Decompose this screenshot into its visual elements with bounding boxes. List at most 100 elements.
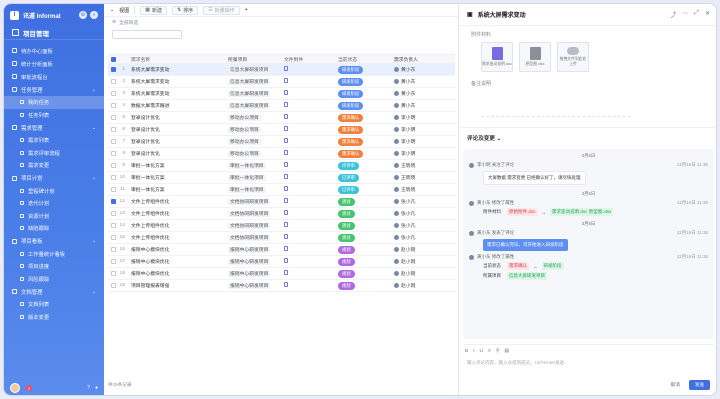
search-input[interactable] [112, 30, 182, 39]
table-row[interactable]: 3 系统大屏需求变动 信息大屏研发项目 研发阶段 黄小东 [108, 88, 455, 100]
table-row[interactable]: 1 系统大屏需求变动 信息大屏研发项目 研发阶段 黄小东 [108, 64, 455, 76]
sidebar-item[interactable]: 工作量统计看板 [4, 248, 104, 261]
row-checkbox[interactable] [110, 259, 116, 264]
attachment-item[interactable]: 需求变动说明.doc [481, 42, 513, 72]
sidebar-item[interactable]: 里程碑计划 [4, 185, 104, 198]
sidebar-item[interactable]: 需求管理 ⌄ [4, 121, 104, 134]
table-row[interactable]: 8 登录设计优化 移动办公项目 需求确认 李小明 [108, 148, 455, 160]
attachment-item[interactable]: 原型图.xlsx [519, 42, 551, 72]
image-icon[interactable]: ▤ [504, 349, 509, 354]
italic-icon[interactable]: I [473, 349, 474, 354]
file-icon[interactable] [284, 210, 288, 215]
sidebar-item[interactable]: 需求评审流程 [4, 147, 104, 160]
table-row[interactable]: 13 文件上传组件优化 文档协同研发项目 测试 张小凡 [108, 208, 455, 220]
table-row[interactable]: 18 报销中心模块优化 报销中心研发项目 规划 赵小刚 [108, 268, 455, 280]
row-checkbox[interactable] [110, 139, 116, 144]
row-checkbox[interactable] [110, 223, 116, 228]
file-icon[interactable] [284, 246, 288, 251]
user-icon[interactable]: ● [95, 385, 98, 391]
row-checkbox[interactable] [110, 175, 116, 180]
bold-icon[interactable]: B [465, 349, 468, 354]
file-icon[interactable] [284, 150, 288, 155]
filter-row[interactable]: ⊕ 全部筛选 [104, 17, 458, 28]
sort-button[interactable]: ⇅ 排序 [171, 5, 199, 15]
table-row[interactable]: 9 审批一体化方案 审批一体化项目 待评审 王晓晓 [108, 160, 455, 172]
share-icon[interactable]: ⤴ [670, 10, 676, 19]
file-icon[interactable] [284, 162, 288, 167]
table-row[interactable]: 11 审批一体化方案 审批一体化项目 已评审 王晓晓 [108, 184, 455, 196]
add-icon[interactable]: + [245, 7, 248, 13]
sidebar-item[interactable]: 文档管理 ⌄ [4, 285, 104, 298]
link-icon[interactable]: ⚲ [496, 349, 500, 354]
new-button[interactable]: ▦ 新建 [140, 5, 167, 15]
table-row[interactable]: 17 报销中心模块优化 报销中心研发项目 规划 赵小刚 [108, 256, 455, 268]
file-icon[interactable] [284, 222, 288, 227]
file-icon[interactable] [284, 186, 288, 191]
table-row[interactable]: 2 系统大屏需求变动 信息大屏研发项目 研发阶段 黄小东 [108, 76, 455, 88]
table-row[interactable]: 10 审批一体化方案 审批一体化项目 已评审 王晓晓 [108, 172, 455, 184]
row-checkbox[interactable] [110, 67, 116, 72]
list-icon[interactable]: ≡ [488, 349, 491, 354]
more-icon[interactable]: ⋯ [682, 10, 688, 19]
row-checkbox[interactable] [110, 151, 116, 156]
sidebar-item[interactable]: 需求列表 [4, 134, 104, 147]
batch-button[interactable]: ☰ 批量操作 [203, 5, 240, 15]
expand-icon[interactable]: ⤢ [694, 10, 699, 19]
sidebar-item[interactable]: 项目进度 [4, 260, 104, 273]
row-checkbox[interactable] [110, 235, 116, 240]
column-header[interactable]: 文件附件 [284, 56, 338, 63]
file-icon[interactable] [284, 90, 288, 95]
sidebar-item[interactable]: 缺陷跟踪 [4, 222, 104, 235]
select-all-checkbox[interactable] [110, 56, 116, 62]
sidebar-item[interactable]: 审批流程台 [4, 70, 104, 83]
sidebar-item[interactable]: 我的任务 [4, 96, 104, 109]
help-icon[interactable]: ? [87, 385, 90, 391]
sidebar-item[interactable]: 统计分析面板 [4, 57, 104, 70]
row-checkbox[interactable] [110, 91, 116, 96]
column-header[interactable]: 需求名称 [128, 56, 228, 63]
user-avatar[interactable] [10, 383, 20, 393]
file-icon[interactable] [284, 66, 288, 71]
column-header[interactable]: 所属项目 [228, 56, 284, 63]
table-row[interactable]: 15 文件上传组件优化 文档协同研发项目 测试 张小凡 [108, 232, 455, 244]
project-selector[interactable]: 项目管理 [4, 26, 104, 40]
sidebar-item[interactable]: 需求变更 [4, 159, 104, 172]
row-checkbox[interactable] [110, 283, 116, 288]
view-label[interactable]: 视图 [119, 7, 129, 14]
sidebar-item[interactable]: 项目看板 ⌄ [4, 235, 104, 248]
row-checkbox[interactable] [110, 103, 116, 108]
remark-field[interactable] [481, 91, 631, 117]
table-row[interactable]: 7 登录设计优化 移动办公项目 需求确认 李小明 [108, 136, 455, 148]
column-header[interactable]: 需求负责人 [394, 56, 450, 63]
settings-icon[interactable]: ⚙ [79, 11, 87, 19]
row-checkbox[interactable] [110, 271, 116, 276]
sidebar-item[interactable]: 待办中心面板 [4, 44, 104, 57]
row-checkbox[interactable] [110, 127, 116, 132]
chevron-down-icon[interactable]: ⌄ [497, 136, 502, 142]
row-checkbox[interactable] [110, 247, 116, 252]
file-icon[interactable] [284, 258, 288, 263]
sidebar-item[interactable]: 项目计划 ⌄ [4, 172, 104, 185]
table-row[interactable]: 19 项目管理报表增强 报销中心研发项目 规划 赵小刚 [108, 280, 455, 292]
file-icon[interactable] [284, 234, 288, 239]
row-checkbox[interactable] [110, 79, 116, 84]
row-checkbox[interactable] [110, 187, 116, 192]
send-button[interactable]: 发送 [688, 380, 710, 390]
file-icon[interactable] [284, 138, 288, 143]
sidebar-item[interactable]: 版本变更 [4, 311, 104, 324]
chevron-down-icon[interactable]: ⌄ [110, 7, 114, 13]
row-checkbox[interactable] [110, 163, 116, 168]
upload-dropzone[interactable]: 拖拽文件到此处上传 [557, 42, 589, 72]
row-checkbox[interactable] [110, 115, 116, 120]
file-icon[interactable] [284, 102, 288, 107]
sidebar-item[interactable]: 任务列表 [4, 109, 104, 122]
underline-icon[interactable]: U [480, 349, 483, 354]
notification-badge[interactable]: 2 [26, 385, 32, 391]
file-icon[interactable] [284, 282, 288, 287]
row-checkbox[interactable] [110, 199, 116, 204]
row-checkbox[interactable] [110, 211, 116, 216]
sidebar-item[interactable]: 文档列表 [4, 298, 104, 311]
file-icon[interactable] [284, 174, 288, 179]
sidebar-item[interactable]: 任务管理 ⌄ [4, 83, 104, 96]
table-row[interactable]: 16 报销中心模块优化 报销中心研发项目 规划 赵小刚 [108, 244, 455, 256]
